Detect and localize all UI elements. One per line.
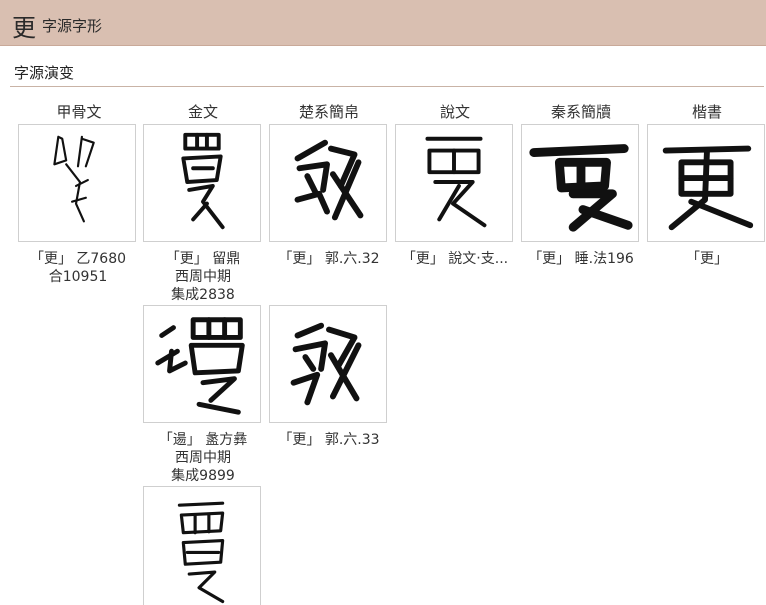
caption-line: 集成9899	[171, 468, 235, 484]
caption-kaishu: 「更」	[647, 250, 766, 268]
bronze-glyph-2-image	[155, 317, 245, 415]
section-title: 字源演变	[14, 64, 75, 82]
column-header-shuowen: 說文	[439, 103, 470, 121]
bronze-glyph-3-image	[177, 501, 225, 604]
caption-shuowen: 「更」 說文‧支...	[395, 250, 515, 268]
glyph-tile-qin[interactable]	[521, 124, 639, 242]
caption-line: 西周中期	[175, 269, 231, 285]
qin-glyph-image	[529, 144, 633, 232]
caption-line: 集成2838	[171, 287, 235, 303]
section-divider	[10, 86, 764, 87]
caption-line: 「更」 郭.六.32	[278, 251, 380, 267]
shuowen-glyph-image	[425, 136, 487, 228]
caption-line: 「逿」 盠方彝	[158, 432, 248, 448]
bronze-glyph-image	[181, 132, 225, 230]
glyph-tile-bronze[interactable]	[143, 124, 261, 242]
glyph-tile-oracle[interactable]	[18, 124, 136, 242]
caption-line: 「更」 留鼎	[165, 251, 241, 267]
caption-line: 「更」 乙7680	[29, 251, 127, 267]
column-header-kaishu: 楷書	[691, 103, 722, 121]
caption-line: 「更」 睡.法196	[528, 251, 634, 267]
caption-bronze-2: 「逿」 盠方彝 西周中期 集成9899	[143, 431, 263, 485]
column-header-bronze: 金文	[187, 103, 218, 121]
chu-glyph-2-image	[290, 322, 362, 406]
oracle-glyph-image	[53, 135, 95, 223]
caption-chu-2: 「更」 郭.六.33	[269, 431, 389, 449]
glyph-tile-chu[interactable]	[269, 124, 387, 242]
caption-line: 「更」 郭.六.33	[278, 432, 380, 448]
caption-line: 合10951	[48, 269, 108, 285]
glyph-tile-shuowen[interactable]	[395, 124, 513, 242]
caption-chu: 「更」 郭.六.32	[269, 250, 389, 268]
glyph-tile-bronze-3[interactable]	[143, 486, 261, 605]
caption-line: 「更」 說文‧支...	[401, 251, 509, 267]
caption-oracle: 「更」 乙7680 合10951	[18, 250, 138, 286]
caption-line: 西周中期	[175, 450, 231, 466]
chu-glyph-image	[294, 139, 364, 221]
kaishu-glyph-image	[662, 145, 754, 231]
header-character: 更	[12, 14, 36, 42]
column-header-qin: 秦系簡牘	[550, 103, 611, 121]
caption-qin: 「更」 睡.法196	[521, 250, 641, 268]
glyph-tile-kaishu[interactable]	[647, 124, 765, 242]
column-header-oracle: 甲骨文	[56, 103, 102, 121]
glyph-tile-bronze-2[interactable]	[143, 305, 261, 423]
glyph-tile-chu-2[interactable]	[269, 305, 387, 423]
caption-line: 「更」	[686, 251, 728, 267]
caption-bronze: 「更」 留鼎 西周中期 集成2838	[143, 250, 263, 304]
column-header-chu: 楚系簡帛	[298, 103, 359, 121]
header-subtitle: 字源字形	[42, 17, 103, 35]
page-header: 更 字源字形	[0, 0, 766, 46]
